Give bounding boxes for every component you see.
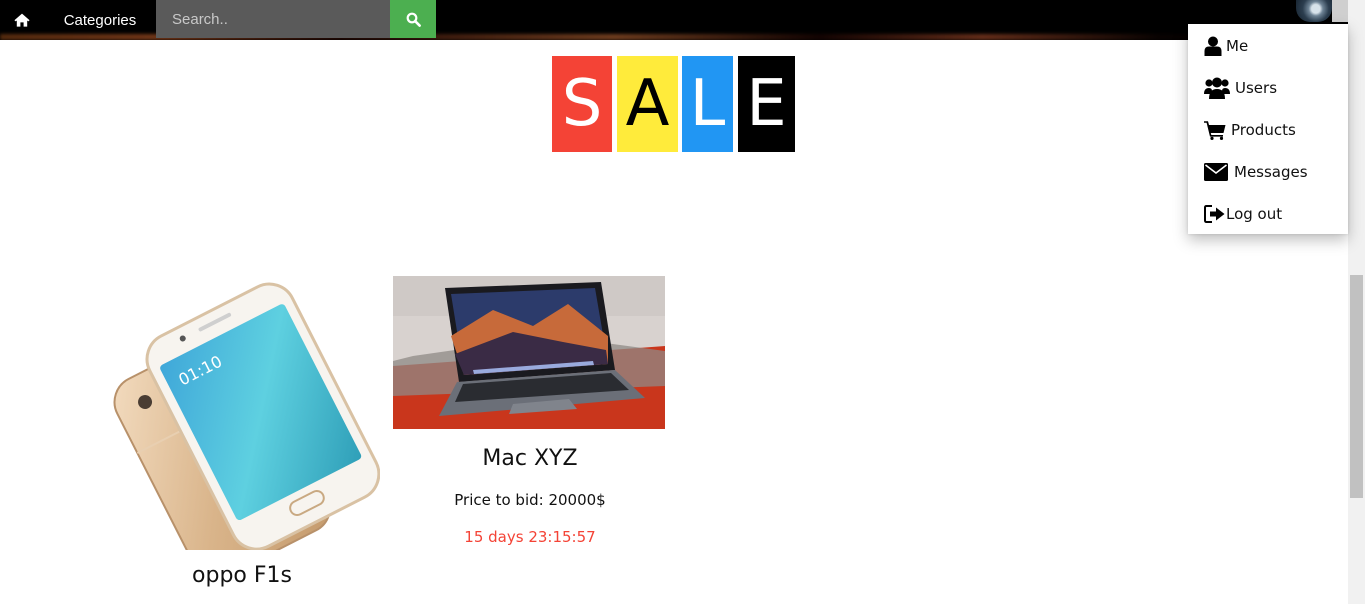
product-name[interactable]: oppo F1s	[150, 563, 334, 588]
menu-item-me[interactable]: Me	[1188, 25, 1348, 67]
home-icon	[14, 13, 30, 27]
menu-item-logout[interactable]: Log out	[1188, 193, 1348, 235]
product-name[interactable]: Mac XYZ	[430, 446, 630, 471]
laptop-image[interactable]	[393, 276, 665, 429]
categories-menu[interactable]: Categories	[44, 0, 156, 40]
menu-item-users[interactable]: Users	[1188, 67, 1348, 109]
shopping-cart-icon	[1204, 121, 1226, 140]
user-icon	[1204, 36, 1222, 56]
page: Categories S A L E	[0, 0, 1365, 604]
sale-letter-s: S	[552, 56, 612, 152]
sale-letter-l: L	[682, 56, 733, 152]
users-icon	[1204, 77, 1230, 99]
sale-letter-e: E	[738, 56, 795, 152]
auction-countdown: 15 days 23:15:57	[464, 528, 596, 546]
menu-item-label: Messages	[1234, 163, 1308, 181]
menu-item-label: Users	[1235, 79, 1278, 97]
sale-letter-a: A	[617, 56, 678, 152]
menu-item-label: Log out	[1226, 205, 1283, 223]
menu-item-label: Products	[1231, 121, 1296, 139]
scrollbar-thumb[interactable]	[1350, 275, 1363, 498]
top-nav-bar: Categories	[0, 0, 1365, 40]
envelope-icon	[1204, 163, 1228, 181]
avatar-frame	[1332, 0, 1348, 22]
search-button[interactable]	[390, 0, 436, 38]
menu-item-label: Me	[1226, 37, 1249, 55]
phone-image[interactable]: 01:10	[100, 274, 380, 550]
menu-item-products[interactable]: Products	[1188, 109, 1348, 151]
user-dropdown-menu: Me Users Products Messages Log out	[1188, 24, 1348, 234]
search-input[interactable]	[156, 0, 390, 38]
home-button[interactable]	[0, 0, 44, 40]
search-icon	[406, 12, 421, 27]
user-avatar[interactable]	[1296, 0, 1332, 22]
menu-item-messages[interactable]: Messages	[1188, 151, 1348, 193]
product-price: Price to bid: 20000$	[454, 491, 606, 509]
sign-out-icon	[1204, 205, 1225, 223]
